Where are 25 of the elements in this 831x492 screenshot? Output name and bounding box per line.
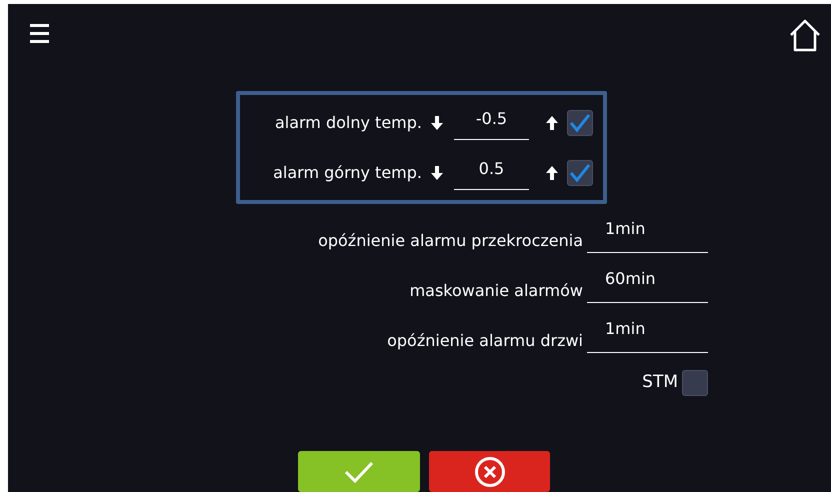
checkbox[interactable] <box>567 160 593 186</box>
checkbox[interactable] <box>567 110 593 136</box>
value-field[interactable]: -0.5 <box>454 106 529 140</box>
down-arrow-icon[interactable] <box>430 164 444 180</box>
home-icon[interactable] <box>789 19 821 52</box>
cancel-button[interactable] <box>429 451 550 492</box>
checkmark-icon <box>569 112 591 132</box>
up-arrow-icon[interactable] <box>545 114 559 130</box>
alarm-label: alarm dolny temp. <box>274 112 422 134</box>
down-arrow-icon[interactable] <box>430 114 444 130</box>
setting-label: opóźnienie alarmu drzwi <box>387 330 583 352</box>
stm-label: STM <box>642 371 678 394</box>
setting-label: maskowanie alarmów <box>410 280 583 302</box>
checkbox[interactable] <box>682 370 708 396</box>
checkmark-icon <box>344 460 374 482</box>
checkmark-icon <box>569 162 591 182</box>
value-field[interactable]: 1min <box>587 317 708 353</box>
value-field[interactable]: 0.5 <box>454 156 529 190</box>
setting-label: opóźnienie alarmu przekroczenia <box>318 230 583 252</box>
close-icon <box>474 456 506 488</box>
alarm-label: alarm górny temp. <box>273 162 422 184</box>
value-field[interactable]: 1min <box>587 217 708 253</box>
menu-icon[interactable] <box>30 23 49 45</box>
up-arrow-icon[interactable] <box>545 164 559 180</box>
value-field[interactable]: 60min <box>587 267 708 303</box>
